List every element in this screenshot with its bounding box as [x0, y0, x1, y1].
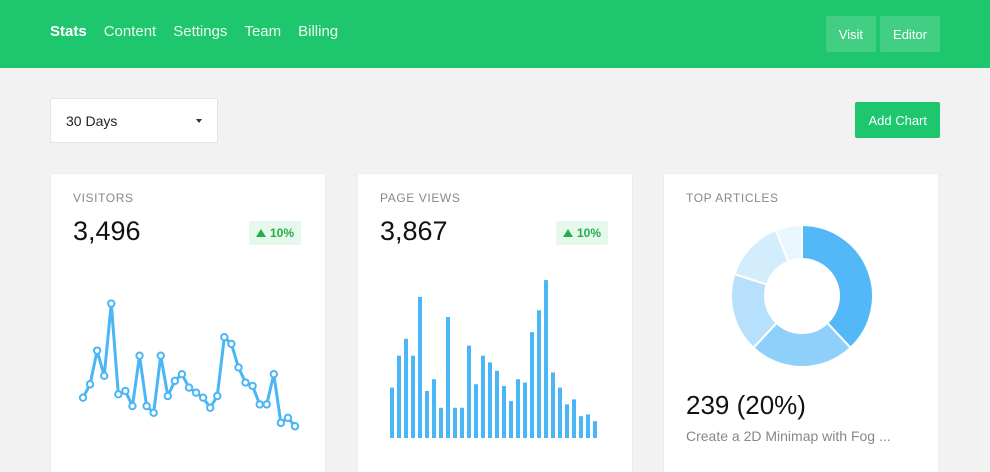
page-views-bar-17[interactable] — [502, 385, 506, 438]
visit-button[interactable]: Visit — [825, 16, 877, 52]
visitors-point-10[interactable] — [142, 401, 151, 411]
page-views-bar-3[interactable] — [404, 338, 408, 438]
visitors-point-28[interactable] — [269, 369, 279, 379]
page-views-bar-20[interactable] — [523, 382, 527, 438]
page-views-bar-29[interactable] — [586, 414, 590, 438]
visitors-point-23[interactable] — [234, 363, 243, 372]
visitors-point-4[interactable] — [100, 371, 109, 381]
visitors-point-14[interactable] — [170, 376, 180, 386]
page-views-bar-25[interactable] — [558, 387, 562, 438]
nav-item-team[interactable]: Team — [244, 22, 281, 42]
visitors-point-17[interactable] — [191, 388, 201, 397]
page-views-bar-12[interactable] — [467, 345, 471, 438]
page-views-bar-15[interactable] — [488, 362, 492, 438]
top-actions: Visit Editor — [825, 16, 940, 52]
page-views-bar-7[interactable] — [432, 379, 436, 438]
visitors-point-20[interactable] — [213, 391, 222, 401]
visitors-point-2[interactable] — [85, 380, 95, 389]
page-views-bar-26[interactable] — [565, 404, 569, 438]
nav-item-billing[interactable]: Billing — [298, 22, 338, 42]
primary-nav: Stats Content Settings Team Billing — [50, 22, 355, 42]
top-articles-card: TOP ARTICLES 239 (20%) Create a 2D Minim… — [663, 173, 939, 472]
date-range-select[interactable]: 30 Days — [50, 98, 218, 143]
visitors-point-30[interactable] — [283, 413, 293, 423]
page-views-bar-9[interactable] — [446, 317, 450, 438]
page-views-bar-5[interactable] — [418, 296, 422, 438]
page-views-bar-14[interactable] — [481, 355, 485, 438]
visitors-point-21[interactable] — [220, 333, 229, 342]
page-views-bar-23[interactable] — [544, 280, 548, 438]
page-views-bar-13[interactable] — [474, 384, 478, 438]
nav-item-stats[interactable]: Stats — [50, 22, 87, 42]
visitors-point-9[interactable] — [135, 351, 144, 360]
visitors-point-12[interactable] — [156, 351, 165, 360]
page-views-bar-24[interactable] — [551, 372, 555, 438]
page-views-bar-chart — [390, 280, 597, 438]
visitors-point-7[interactable] — [121, 386, 130, 396]
add-chart-button[interactable]: Add Chart — [855, 102, 940, 138]
nav-item-settings[interactable]: Settings — [173, 22, 227, 42]
top-articles-slice-1[interactable] — [801, 223, 874, 350]
nav-item-content[interactable]: Content — [104, 22, 157, 42]
top-articles-value: 239 (20%) — [686, 390, 806, 420]
visitors-point-13[interactable] — [163, 391, 173, 401]
visitors-point-31[interactable] — [290, 422, 300, 431]
top-article-title[interactable]: Create a 2D Minimap with Fog ... — [686, 428, 918, 444]
visitors-point-26[interactable] — [255, 400, 264, 409]
page-views-bar-19[interactable] — [516, 379, 520, 438]
visitors-point-19[interactable] — [206, 403, 215, 412]
visitors-point-8[interactable] — [128, 401, 137, 411]
visitors-point-22[interactable] — [227, 339, 236, 349]
page-views-bar-16[interactable] — [495, 370, 499, 438]
top-navigation-bar: Stats Content Settings Team Billing Visi… — [0, 0, 990, 68]
visitors-point-3[interactable] — [92, 346, 102, 355]
visitors-point-18[interactable] — [198, 393, 208, 402]
editor-button[interactable]: Editor — [880, 16, 940, 52]
page-views-bar-18[interactable] — [509, 401, 513, 438]
visitors-point-5[interactable] — [107, 299, 116, 308]
visitors-point-25[interactable] — [248, 381, 257, 391]
visitors-point-29[interactable] — [276, 418, 286, 428]
page-views-bar-27[interactable] — [572, 399, 576, 438]
visitors-point-11[interactable] — [149, 408, 158, 418]
page-views-bar-4[interactable] — [411, 355, 415, 438]
page-views-bar-1[interactable] — [390, 387, 394, 438]
page-views-bar-22[interactable] — [537, 310, 541, 438]
page-views-card: PAGE VIEWS 3,867 10% — [357, 173, 633, 472]
visitors-point-27[interactable] — [262, 400, 271, 409]
visitors-point-16[interactable] — [184, 383, 194, 392]
page-views-bar-8[interactable] — [439, 407, 443, 438]
date-range-value: 30 Days — [66, 112, 118, 129]
visitors-line-chart — [78, 299, 300, 431]
visitors-point-15[interactable] — [177, 369, 187, 379]
visitors-card: VISITORS 3,496 10% — [50, 173, 326, 472]
page-views-bar-10[interactable] — [453, 407, 457, 438]
visitors-point-24[interactable] — [241, 378, 250, 387]
page-views-bar-28[interactable] — [579, 416, 583, 438]
page-views-bar-30[interactable] — [593, 421, 597, 438]
page-views-bar-6[interactable] — [425, 390, 429, 438]
page-views-bar-2[interactable] — [397, 355, 401, 438]
page-views-bar-21[interactable] — [530, 332, 534, 438]
visitors-point-6[interactable] — [114, 390, 123, 399]
page-views-bar-11[interactable] — [460, 407, 464, 438]
visitors-point-1[interactable] — [78, 393, 88, 402]
visitors-series-line — [81, 302, 297, 428]
caret-down-icon — [196, 118, 202, 123]
